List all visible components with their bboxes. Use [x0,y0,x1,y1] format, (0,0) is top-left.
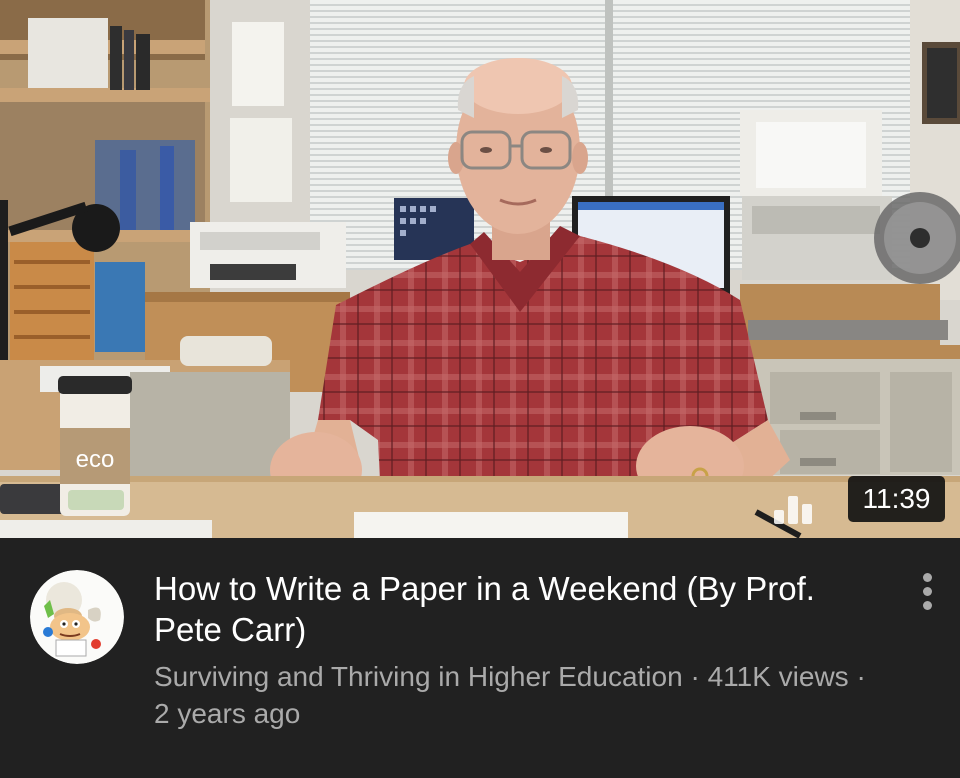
upload-age: 2 years ago [154,698,301,729]
duration-badge: 11:39 [848,476,945,522]
channel-avatar-icon[interactable] [30,570,124,664]
cup-label: eco [76,446,115,473]
video-title[interactable]: How to Write a Paper in a Weekend (By Pr… [154,568,874,650]
meta-separator: · [848,661,866,692]
video-thumbnail[interactable]: eco 11:39 [0,0,960,538]
video-info: How to Write a Paper in a Weekend (By Pr… [0,538,960,778]
video-meta: Surviving and Thriving in Higher Educati… [154,658,874,732]
channel-name[interactable]: Surviving and Thriving in Higher Educati… [154,661,683,692]
more-vert-icon[interactable] [906,570,948,612]
meta-separator: · [682,661,708,692]
view-count: 411K views [707,661,849,692]
thumbnail-image: eco [0,0,960,538]
video-card[interactable]: eco 11:39 How to Write a Paper in a Week… [0,0,960,778]
